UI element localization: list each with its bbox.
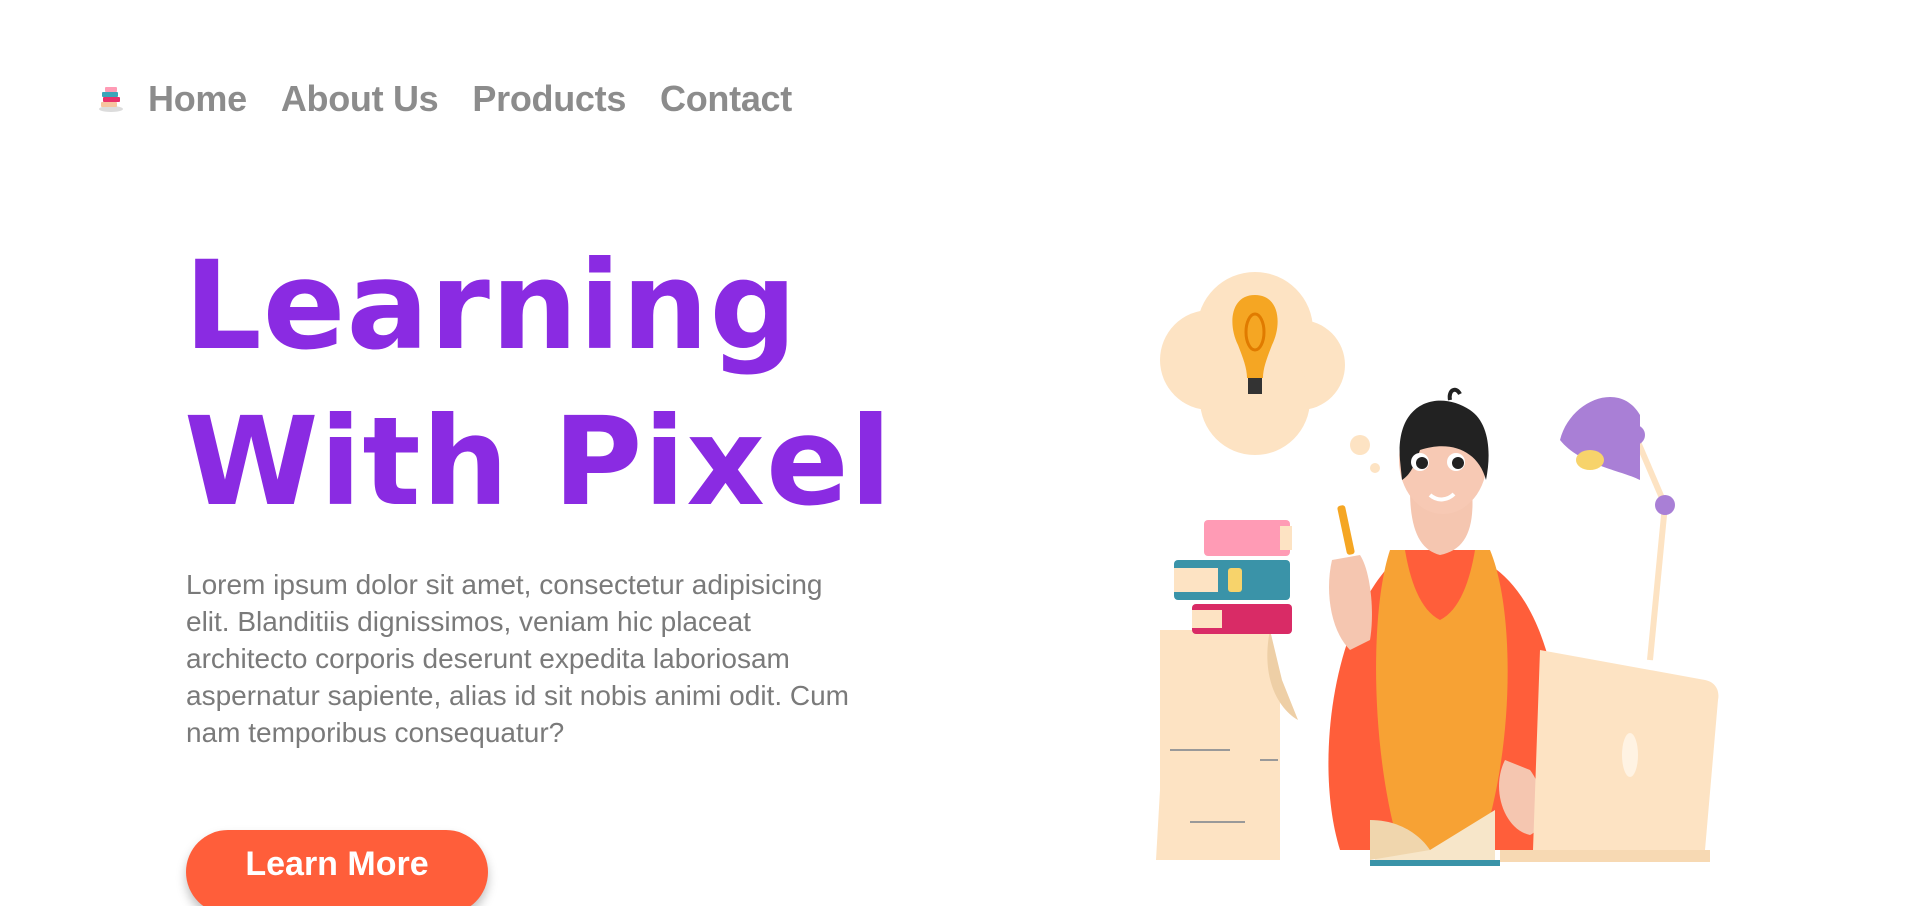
student-studying-illustration <box>1156 272 1719 866</box>
main-nav: Home About Us Products Contact <box>96 78 826 120</box>
nav-link-home[interactable]: Home <box>148 78 247 120</box>
paper-stack <box>1156 630 1298 860</box>
hero-title: Learning With Pixel <box>184 228 893 540</box>
books-logo-icon[interactable] <box>96 84 126 114</box>
landing-page: Home About Us Products Contact Learning … <box>0 0 1918 906</box>
book-stack <box>1174 520 1292 634</box>
nav-link-about-us[interactable]: About Us <box>281 78 439 120</box>
student-figure <box>1328 387 1564 850</box>
learn-more-button[interactable]: Learn More <box>186 830 488 906</box>
hero-title-line-1: Learning <box>184 235 798 377</box>
nav-link-contact[interactable]: Contact <box>660 78 792 120</box>
nav-link-products[interactable]: Products <box>472 78 626 120</box>
desk-lamp <box>1560 396 1675 661</box>
hero-description: Lorem ipsum dolor sit amet, consectetur … <box>186 569 850 748</box>
hero-title-line-2: With Pixel <box>184 391 893 533</box>
